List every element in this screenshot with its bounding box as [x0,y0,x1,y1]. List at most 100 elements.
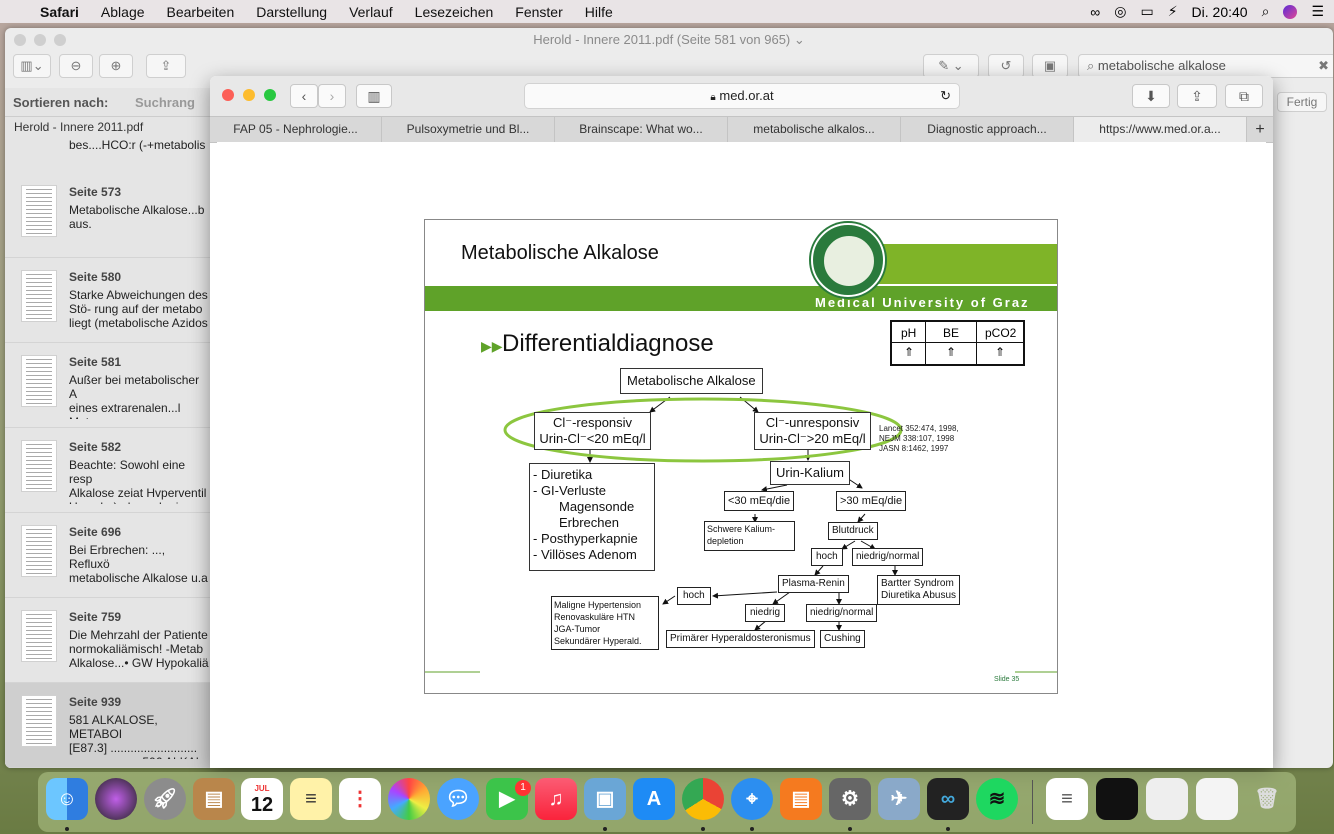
clear-search-icon[interactable]: ✖ [1318,55,1329,77]
page-thumbnail [21,610,57,662]
result-page: Seite 582 [69,440,122,454]
flow-blutdruck: Blutdruck [828,522,878,540]
menu-verlauf[interactable]: Verlauf [349,4,393,20]
preview-minimize-button[interactable] [34,34,46,46]
done-button[interactable]: Fertig [1277,92,1327,112]
menu-lesezeichen[interactable]: Lesezeichen [415,4,494,20]
music-icon[interactable]: ♫ [535,778,577,820]
calendar-icon[interactable]: JUL 12 [241,778,283,820]
webex-icon[interactable]: ∞ [927,778,969,820]
menubar-clock[interactable]: Di. 20:40 [1192,4,1248,20]
page-thumbnail [21,270,57,322]
books-icon[interactable]: ▤ [780,778,822,820]
toolbox-icon[interactable]: ▣ [1032,54,1068,78]
tab[interactable]: Diagnostic approach... [901,117,1074,142]
trash-icon[interactable]: 🗑︎ [1246,778,1288,820]
airplay-icon[interactable]: ▭ [1140,3,1153,20]
share-icon[interactable]: ⇪ [146,54,186,78]
safari-icon[interactable]: ⌖ [731,778,773,820]
tab[interactable]: Brainscape: What wo... [555,117,728,142]
window-thumbnail-icon[interactable] [1196,778,1238,820]
app-store-icon[interactable]: A [633,778,675,820]
photos-icon[interactable] [388,778,430,820]
result-page: Seite 696 [69,525,122,539]
menu-app-name[interactable]: Safari [40,4,79,20]
preview-zoom-button[interactable] [54,34,66,46]
flow-plasma-renin: Plasma-Renin [778,575,849,593]
zoom-in-icon[interactable]: ⊕ [99,54,133,78]
search-result[interactable]: Seite 581 Außer bei metabolischer A eine… [5,343,210,428]
forward-button[interactable]: › [318,84,346,108]
share-icon[interactable]: ⇪ [1177,84,1217,108]
tabs-overview-icon[interactable]: ⧉ [1225,84,1263,108]
result-snippet: Beachte: Sowohl eine resp Alkalose zeiat… [69,458,207,504]
flow-lt30: <30 mEq/die [724,491,795,511]
launchpad-icon[interactable]: 🚀︎ [144,778,186,820]
contacts-icon[interactable]: ▤ [193,778,235,820]
status-icon[interactable]: ∞ [1090,4,1100,20]
search-result-selected[interactable]: Seite 939 581 ALKALOSE, METABOI [E87.3] … [5,683,210,768]
tab[interactable]: FAP 05 - Nephrologie... [210,117,382,142]
search-result[interactable]: Seite 573 Metabolische Alkalose...b aus. [5,173,210,258]
search-result-partial[interactable]: bes....HCO:r (-+metabolis [69,138,205,152]
siri-icon[interactable] [95,778,137,820]
slide: Metabolische Alkalose Medical University… [424,219,1058,694]
tab[interactable]: Pulsoxymetrie und Bl... [382,117,555,142]
flow-bartter: Bartter Syndrom Diuretika Abusus [877,575,961,605]
creative-cloud-icon[interactable]: ◎ [1114,3,1126,20]
search-result[interactable]: Seite 580 Starke Abweichungen des Stö- r… [5,258,210,343]
back-button[interactable]: ‹ [290,84,318,108]
menu-bearbeiten[interactable]: Bearbeiten [167,4,235,20]
system-preferences-icon[interactable]: ⚙ [829,778,871,820]
page-thumbnail [21,695,57,747]
minimize-button[interactable] [243,89,255,101]
preview-close-button[interactable] [14,34,26,46]
tab[interactable]: metabolische alkalos... [728,117,901,142]
spotlight-icon[interactable]: ⌕ [1262,3,1270,20]
reload-icon[interactable]: ↻ [940,84,951,108]
close-button[interactable] [222,89,234,101]
web-page: Metabolische Alkalose Medical University… [217,142,1266,768]
new-tab-button[interactable]: + [1247,117,1273,142]
window-thumbnail-icon[interactable] [1146,778,1188,820]
preview-search-field[interactable]: ⌕ metabolische alkalose ✖ [1078,54,1333,78]
sidebar-icon[interactable]: ▥ [356,84,392,108]
messages-icon[interactable]: 💬︎ [437,778,479,820]
menu-hilfe[interactable]: Hilfe [585,4,613,20]
sandbox-icon[interactable]: ✈ [878,778,920,820]
document-icon[interactable]: ≡ [1046,778,1088,820]
sort-by-relevance[interactable]: Suchrang [135,95,195,110]
notes-icon[interactable]: ≡ [290,778,332,820]
references: Lancet 352:474, 1998, NEJM 338:107, 1998 J… [879,424,959,453]
address-bar[interactable]: 🔒︎ med.or.at ↻ [524,83,960,109]
menu-ablage[interactable]: Ablage [101,4,145,20]
spotify-icon[interactable]: ≋ [976,778,1018,820]
tab-active[interactable]: https://www.med.or.a... [1074,117,1247,142]
flowchart-lines [425,396,1057,673]
zoom-button[interactable] [264,89,276,101]
search-result[interactable]: Seite 696 Bei Erbrechen: ..., Refluxö me… [5,513,210,598]
dock: ☺ 🚀︎ ▤ JUL 12 ≡ ⋮ 💬︎ ▶ 1 ♫ ▣ A ⌖ ▤ ⚙ ✈ ∞… [38,772,1296,832]
menu-fenster[interactable]: Fenster [515,4,562,20]
result-page: Seite 581 [69,355,122,369]
terminal-window-icon[interactable] [1096,778,1138,820]
search-result[interactable]: Seite 759 Die Mehrzahl der Patiente norm… [5,598,210,683]
flow-maligne: Maligne Hypertension Renovaskuläre HTN J… [551,596,659,650]
search-result[interactable]: Seite 582 Beachte: Sowohl eine resp Alka… [5,428,210,513]
sort-label: Sortieren nach: [13,95,109,110]
markup-icon[interactable]: ✎ ⌄ [923,54,979,78]
reminders-icon[interactable]: ⋮ [339,778,381,820]
downloads-icon[interactable]: ⬇ [1132,84,1170,108]
siri-icon[interactable] [1283,4,1298,19]
preview-icon[interactable]: ▣ [584,778,626,820]
result-snippet: 581 ALKALOSE, METABOI [E87.3] ..........… [69,713,202,759]
notification-center-icon[interactable]: ☰ [1311,3,1324,20]
finder-icon[interactable]: ☺ [46,778,88,820]
battery-icon[interactable]: ⚡︎ [1168,3,1178,20]
menu-darstellung[interactable]: Darstellung [256,4,327,20]
chrome-icon[interactable] [682,778,724,820]
rotate-icon[interactable]: ↺ [988,54,1024,78]
sidebar-toggle-icon[interactable]: ▥⌄ [13,54,51,78]
page-thumbnail [21,440,57,492]
zoom-out-icon[interactable]: ⊖ [59,54,93,78]
